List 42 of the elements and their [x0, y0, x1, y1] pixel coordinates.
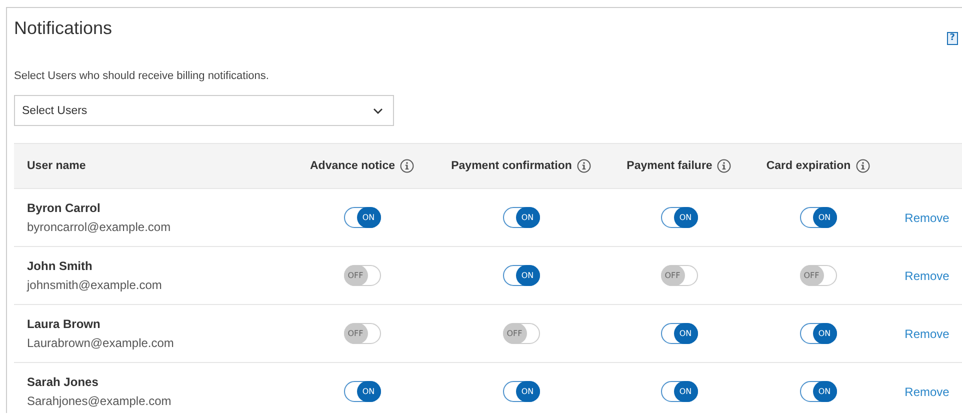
toggle-switch[interactable]: OFF — [344, 265, 380, 286]
remove-link[interactable]: Remove — [904, 268, 950, 282]
user-name: Sarah Jones — [27, 375, 98, 389]
user-email: johnsmith@example.com — [27, 278, 162, 292]
info-icon[interactable] — [856, 159, 870, 173]
toggle-switch[interactable]: ON — [502, 207, 540, 228]
toggle-switch[interactable]: ON — [660, 323, 698, 344]
user-email: Sarahjones@example.com — [27, 394, 172, 408]
toggle-switch[interactable]: ON — [502, 265, 540, 286]
user-email: Laurabrown@example.com — [27, 336, 174, 350]
column-header: Card expiration — [766, 160, 851, 172]
column-header: Advance notice — [310, 160, 395, 172]
info-icon[interactable] — [576, 159, 591, 173]
toggle-switch[interactable]: ON — [344, 207, 380, 228]
toggle-switch[interactable]: ON — [660, 381, 698, 402]
info-icon[interactable] — [717, 159, 732, 173]
user-select[interactable]: Select Users — [14, 95, 394, 126]
panel-title: Notifications — [14, 18, 112, 39]
user-email: byroncarrol@example.com — [27, 220, 171, 234]
toggle-switch[interactable]: OFF — [502, 323, 540, 344]
column-header: User name — [27, 160, 86, 172]
remove-link[interactable]: Remove — [904, 326, 950, 340]
toggle-switch[interactable]: OFF — [800, 265, 836, 286]
remove-link[interactable]: Remove — [904, 384, 950, 398]
toggle-switch[interactable]: ON — [800, 381, 836, 402]
user-name: Byron Carrol — [27, 201, 100, 215]
toggle-switch[interactable]: ON — [660, 207, 698, 228]
user-name: Laura Brown — [27, 317, 100, 331]
column-header: Payment confirmation — [451, 160, 572, 172]
toggle-switch[interactable]: ON — [344, 381, 380, 402]
toggle-switch[interactable]: OFF — [344, 323, 380, 344]
toggle-switch[interactable]: ON — [800, 323, 836, 344]
remove-link[interactable]: Remove — [904, 210, 950, 224]
toggle-switch[interactable]: OFF — [660, 265, 698, 286]
toggle-switch[interactable]: ON — [800, 207, 836, 228]
chevron-down-icon — [373, 108, 383, 114]
intro-text: Select Users who should receive billing notifications. — [14, 70, 270, 82]
help-icon[interactable]: ? — [946, 32, 958, 45]
info-icon[interactable] — [400, 159, 414, 173]
column-header: Payment failure — [626, 160, 712, 172]
user-name: John Smith — [27, 259, 92, 273]
toggle-switch[interactable]: ON — [502, 381, 540, 402]
